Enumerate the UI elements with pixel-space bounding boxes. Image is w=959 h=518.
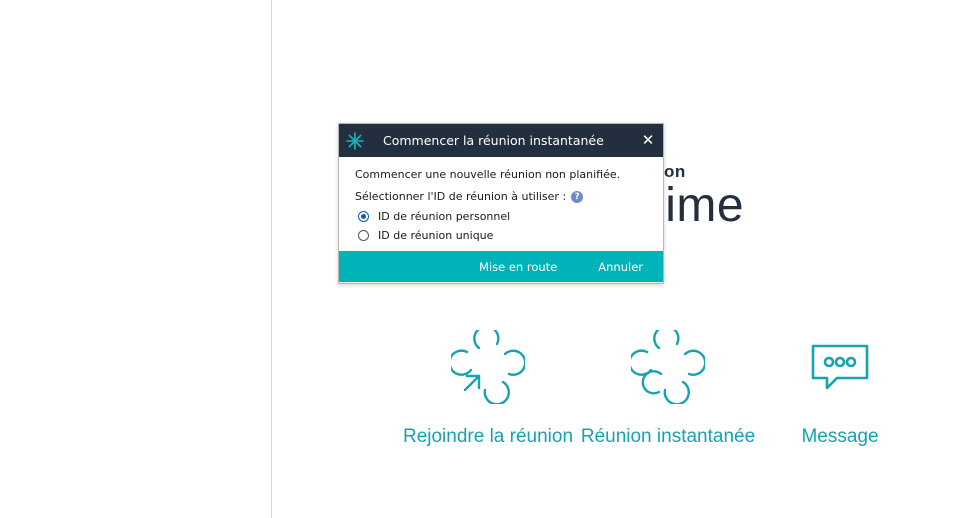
dialog-title: Commencer la réunion instantanée — [383, 133, 604, 148]
instant-meeting-dialog: Commencer la réunion instantanée ✕ Comme… — [338, 123, 664, 284]
dialog-intro-text: Commencer une nouvelle réunion non plani… — [355, 168, 621, 181]
close-icon[interactable]: ✕ — [639, 131, 657, 149]
dialog-body: Commencer une nouvelle réunion non plani… — [339, 157, 663, 251]
radio-personal-id[interactable]: ID de réunion personnel — [355, 207, 647, 226]
help-icon[interactable]: ? — [571, 190, 584, 203]
cancel-button[interactable]: Annuler — [598, 260, 643, 274]
message-label: Message — [801, 426, 879, 447]
join-meeting-icon — [451, 330, 525, 404]
message-button[interactable]: Message — [790, 330, 890, 448]
join-meeting-label: Rejoindre la réunion — [402, 426, 574, 447]
radio-unique-id-label: ID de réunion unique — [378, 229, 494, 242]
dialog-header: Commencer la réunion instantanée ✕ — [339, 124, 663, 157]
dialog-footer: Mise en route Annuler — [339, 251, 663, 282]
sidebar-panel — [0, 0, 272, 518]
start-button[interactable]: Mise en route — [479, 260, 557, 274]
chime-logo-icon — [346, 131, 364, 150]
meeting-id-select-label: Sélectionner l'ID de réunion à utiliser … — [355, 190, 567, 203]
radio-personal-id-button[interactable] — [358, 211, 369, 222]
instant-meeting-button[interactable]: Réunion instantanée — [578, 330, 758, 448]
instant-meeting-label: Réunion instantanée — [580, 426, 756, 447]
chat-bubble-icon — [811, 344, 869, 390]
join-meeting-button[interactable]: Rejoindre la réunion — [398, 330, 578, 448]
radio-unique-id-button[interactable] — [358, 230, 369, 241]
radio-unique-id[interactable]: ID de réunion unique — [355, 226, 647, 245]
radio-personal-id-label: ID de réunion personnel — [378, 210, 511, 223]
instant-meeting-icon — [631, 330, 705, 404]
meeting-id-select-row: Sélectionner l'ID de réunion à utiliser … — [355, 190, 647, 203]
